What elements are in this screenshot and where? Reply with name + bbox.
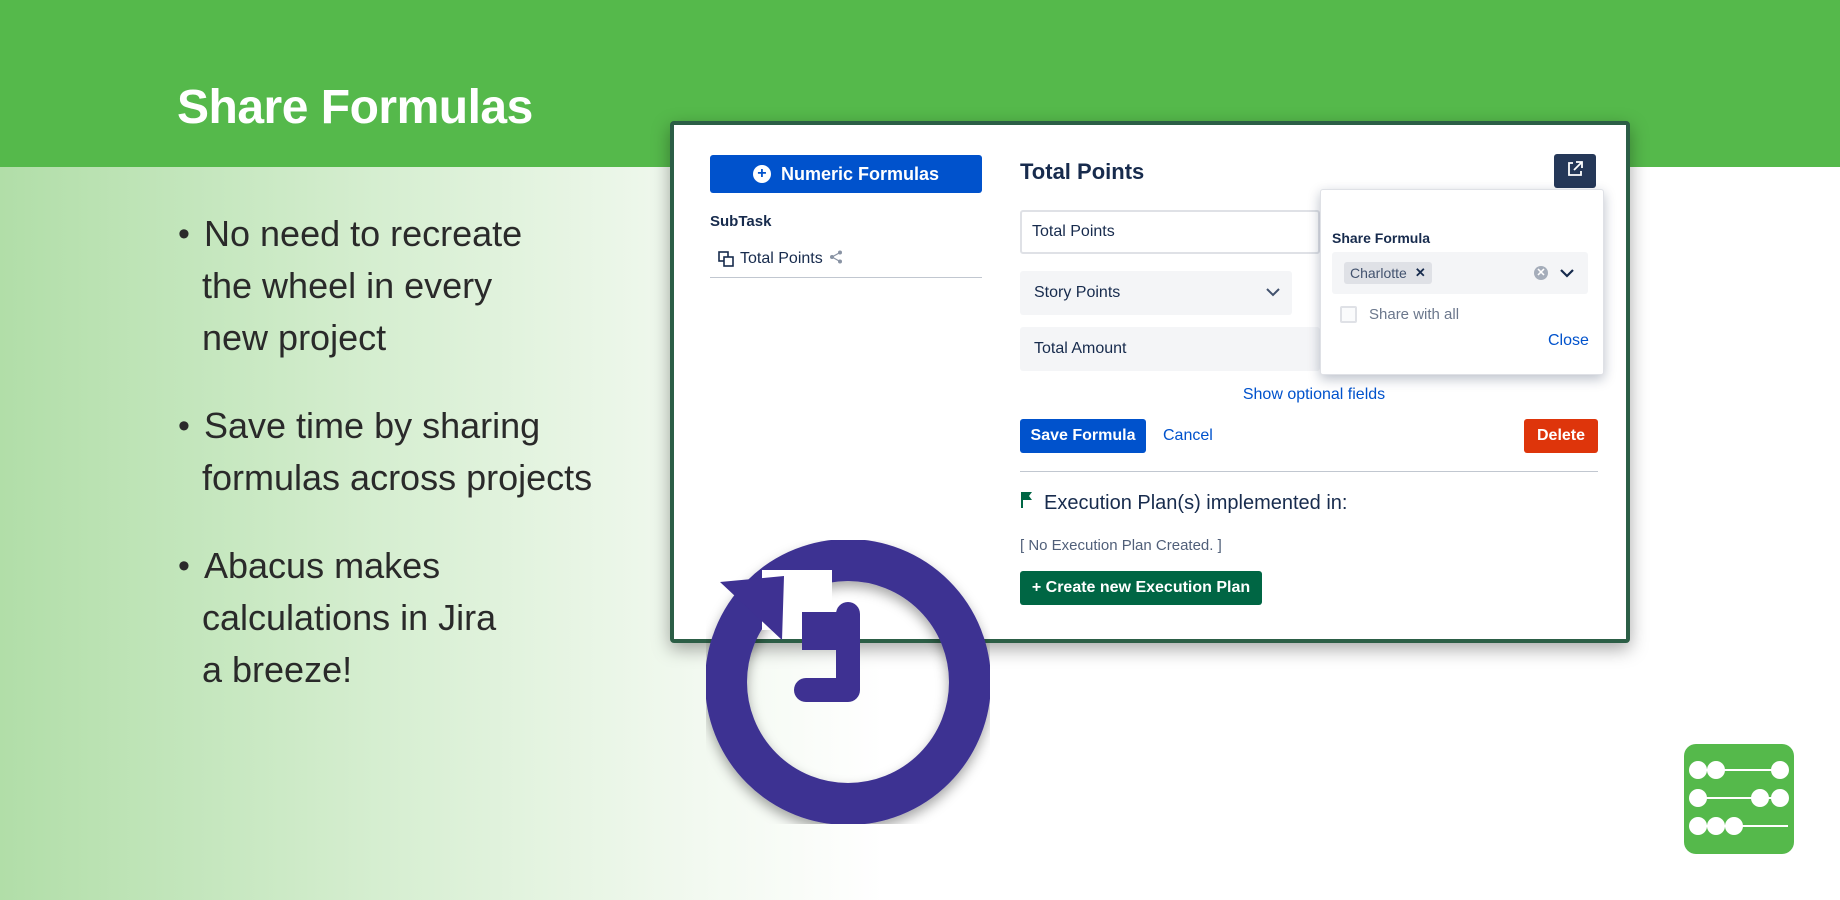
numeric-formulas-label: Numeric Formulas <box>780 163 940 184</box>
no-execution-plan-text: [ No Execution Plan Created. ] <box>1020 537 1222 554</box>
bullet-list: • No need to recreate the wheel in every… <box>176 208 656 732</box>
chevron-down-icon <box>1266 284 1280 302</box>
bullet-line: Save time by sharing <box>204 405 541 446</box>
bullet-line: new project <box>202 317 387 358</box>
bullet-dot: • <box>178 215 190 253</box>
bullet-item: • Save time by sharing formulas across p… <box>176 400 656 504</box>
share-open-button[interactable] <box>1554 154 1596 188</box>
abacus-logo <box>1684 744 1794 854</box>
bullet-dot: • <box>178 547 190 585</box>
formula-title: Total Points <box>1020 159 1145 184</box>
chevron-down-icon[interactable] <box>1558 264 1576 282</box>
share-with-all-checkbox[interactable] <box>1340 306 1357 323</box>
execution-plan-heading: Execution Plan(s) implemented in: <box>1020 491 1347 515</box>
share-formula-popup: Share Formula Charlotte ✕ ✕ Share with a… <box>1320 189 1604 375</box>
formula-copy-icon <box>718 251 734 267</box>
bullet-line: calculations in Jira <box>202 597 497 638</box>
clock-refresh-icon <box>705 539 991 825</box>
clear-selection-icon[interactable]: ✕ <box>1534 266 1548 280</box>
bullet-dot: • <box>178 407 190 445</box>
cancel-link[interactable]: Cancel <box>1163 427 1213 445</box>
numeric-formulas-button[interactable]: + Numeric Formulas <box>710 155 982 193</box>
execution-plan-heading-text: Execution Plan(s) implemented in: <box>1044 491 1348 514</box>
bullet-line: Abacus makes <box>204 545 441 586</box>
save-formula-button[interactable]: Save Formula <box>1020 419 1146 453</box>
bullet-line: formulas across projects <box>202 457 593 498</box>
bullet-item: • No need to recreate the wheel in every… <box>176 208 656 364</box>
sidebar-section-label: SubTask <box>710 213 772 230</box>
selected-user-name: Charlotte <box>1350 265 1407 281</box>
bullet-item: • Abacus makes calculations in Jira a br… <box>176 540 656 696</box>
bullet-line: a breeze! <box>202 649 353 690</box>
show-optional-fields-link[interactable]: Show optional fields <box>1014 386 1614 404</box>
bullet-line: the wheel in every <box>202 265 493 306</box>
field-select-value: Story Points <box>1034 284 1121 301</box>
sidebar-item-total-points[interactable]: Total Points <box>710 241 982 278</box>
external-link-icon <box>1566 160 1584 183</box>
slide-title: Share Formulas <box>177 81 533 134</box>
plus-circle-icon: + <box>752 165 771 183</box>
section-divider <box>1020 471 1598 472</box>
formula-name-input[interactable]: Total Points <box>1020 210 1320 254</box>
close-popup-link[interactable]: Close <box>1548 332 1589 350</box>
flag-icon <box>1020 491 1034 515</box>
share-with-all-label: Share with all <box>1369 306 1460 323</box>
share-user-select[interactable]: Charlotte ✕ ✕ <box>1332 252 1588 294</box>
share-with-all-option[interactable]: Share with all <box>1340 306 1459 323</box>
selected-user-chip: Charlotte ✕ <box>1344 262 1432 284</box>
field-select[interactable]: Story Points <box>1020 271 1292 315</box>
amount-field[interactable]: Total Amount <box>1020 327 1320 371</box>
sidebar-item-label: Total Points <box>740 250 823 267</box>
bullet-line: No need to recreate <box>204 213 523 254</box>
delete-button[interactable]: Delete <box>1524 419 1598 453</box>
share-icon <box>829 250 843 269</box>
remove-user-icon[interactable]: ✕ <box>1415 265 1426 281</box>
share-formula-label: Share Formula <box>1332 230 1431 246</box>
create-execution-plan-button[interactable]: + Create new Execution Plan <box>1020 571 1262 605</box>
